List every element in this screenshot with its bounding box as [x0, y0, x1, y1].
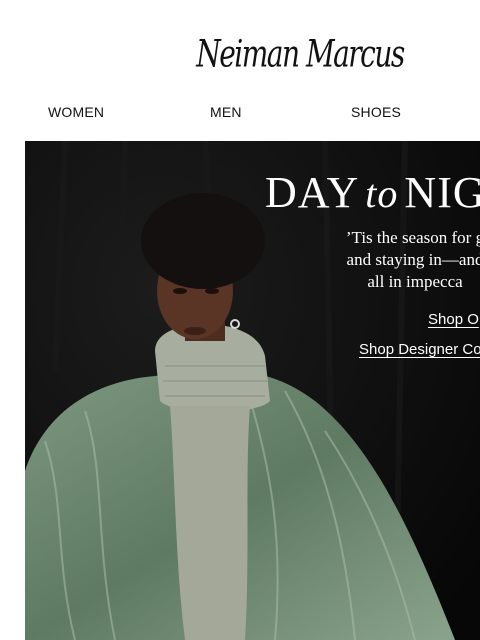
subcopy-line: and staying in—and: [346, 250, 480, 269]
subcopy-line: ’Tis the season for g: [345, 228, 480, 247]
shop-designer-link[interactable]: Shop Designer Co: [359, 341, 480, 358]
subcopy-line: all in impecca: [367, 272, 463, 291]
hero-subcopy: ’Tis the season for g and staying in—and…: [290, 227, 480, 293]
main-nav: WOMEN MEN SHOES: [0, 96, 480, 128]
headline-to: to: [365, 171, 399, 216]
hero-headline: DAY to NIG: [265, 171, 480, 215]
hero-banner[interactable]: DAY to NIG ’Tis the season for g and stayi…: [25, 141, 480, 640]
headline-day: DAY: [265, 168, 360, 217]
neiman-marcus-logo[interactable]: Neiman Marcus: [196, 8, 405, 97]
headline-night: NIG: [404, 168, 480, 217]
nav-item-shoes[interactable]: SHOES: [351, 104, 401, 120]
shop-cta-link[interactable]: Shop O: [428, 311, 479, 328]
nav-item-women[interactable]: WOMEN: [48, 104, 104, 120]
nav-item-men[interactable]: MEN: [210, 104, 242, 120]
header: Neiman Marcus: [0, 0, 480, 100]
